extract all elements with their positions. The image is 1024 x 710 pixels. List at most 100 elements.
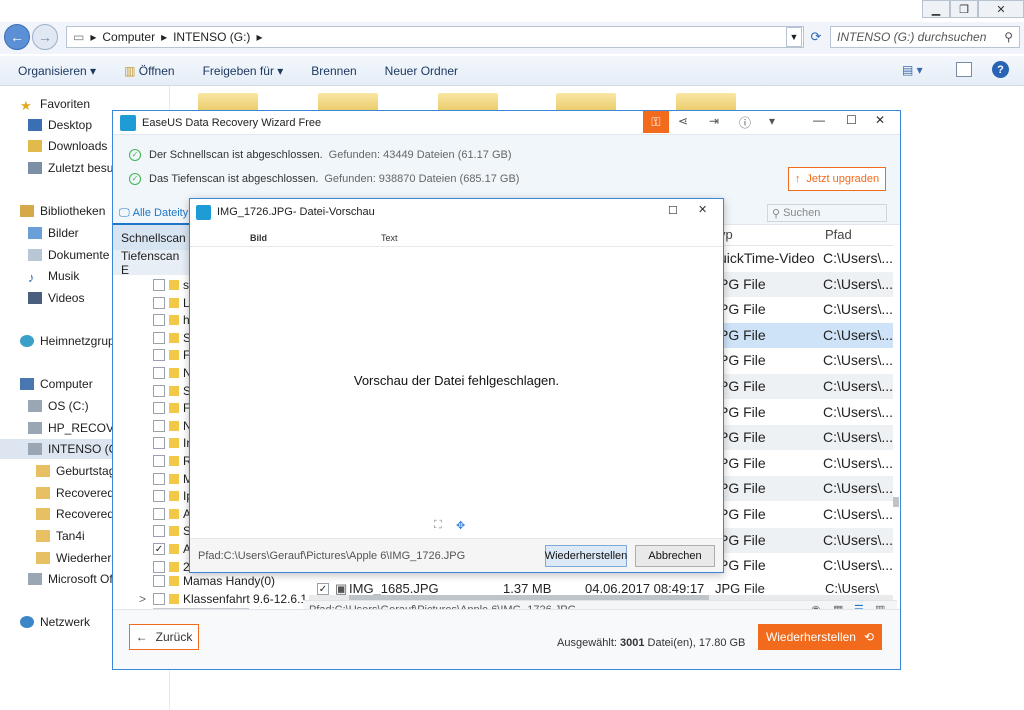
table-row[interactable]: PG File C:\Users\... (717, 502, 893, 527)
table-row[interactable]: PG File C:\Users\... (717, 476, 893, 502)
expand-icon[interactable]: > (139, 592, 146, 606)
checkbox[interactable]: ✓ (153, 543, 165, 555)
view-options-icon[interactable]: ▤ ▾ (902, 63, 923, 77)
file-type: PG File (719, 301, 766, 318)
checkbox[interactable] (153, 314, 165, 327)
back-button[interactable]: ← Zurück (129, 624, 199, 650)
tree-drive-c[interactable]: OS (C:) (28, 396, 89, 416)
address-dropdown-button[interactable]: ▼ (786, 27, 802, 47)
refresh-icon[interactable]: ⟳ (806, 27, 826, 47)
checkbox[interactable] (153, 296, 165, 309)
tree-desktop[interactable]: Desktop (28, 115, 92, 135)
zoom-icon[interactable]: ✥ (456, 519, 465, 532)
easeus-search-input[interactable]: ⚲ Suchen (767, 204, 887, 222)
table-row[interactable]: PG File C:\Users\... (717, 297, 893, 323)
checkbox[interactable] (153, 367, 165, 379)
table-row[interactable]: PG File C:\Users\... (717, 553, 893, 579)
table-row[interactable]: PG File C:\Users\... (717, 348, 893, 374)
tab-quick-scan[interactable]: Schnellscan (113, 225, 189, 250)
checkbox[interactable] (153, 575, 165, 587)
key-icon[interactable]: ⚿ (643, 111, 669, 133)
tree-folder[interactable]: Recovered (36, 483, 114, 503)
checkbox[interactable] (153, 525, 165, 538)
tab-text[interactable]: Text (381, 233, 398, 243)
tree-folder[interactable]: Wiederhers (36, 548, 117, 568)
tab-image[interactable]: Bild (250, 233, 267, 243)
checkbox[interactable] (153, 507, 165, 520)
organize-menu[interactable]: Organisieren ▾ (18, 64, 96, 78)
vertical-scrollbar-thumb[interactable] (893, 497, 899, 507)
back-button[interactable]: ← (4, 24, 30, 50)
tree-pictures[interactable]: Bilder (28, 223, 79, 243)
checkbox[interactable] (153, 593, 165, 605)
close-button[interactable]: ✕ (875, 113, 885, 127)
checkbox[interactable] (153, 472, 165, 485)
tree-network[interactable]: Netzwerk (20, 612, 90, 632)
login-icon[interactable]: ⇥ (709, 114, 719, 128)
close-button[interactable]: ✕ (698, 203, 707, 216)
tree-item[interactable]: > Klassenfahrt 9.6-12.6.1 (139, 589, 307, 609)
checkbox[interactable] (153, 384, 165, 397)
forward-button[interactable]: → (32, 24, 58, 50)
tree-libraries[interactable]: Bibliotheken (20, 201, 105, 221)
checkbox[interactable] (153, 402, 165, 415)
maximize-button[interactable]: ❐ (950, 0, 978, 18)
checkbox[interactable] (153, 349, 165, 362)
checkbox[interactable] (153, 419, 165, 432)
tree-recent[interactable]: Zuletzt besu (28, 158, 113, 178)
minimize-button[interactable]: — (813, 113, 825, 127)
maximize-button[interactable]: ☐ (668, 204, 678, 217)
help-icon[interactable]: ⓘ (739, 114, 751, 131)
tree-msoffice[interactable]: Microsoft Of (28, 569, 113, 589)
preview-recover-button[interactable]: Wiederherstellen (545, 545, 627, 567)
fit-screen-icon[interactable]: ⛶ (434, 519, 442, 532)
preview-pane-icon[interactable] (956, 62, 972, 77)
tree-documents[interactable]: Dokumente (28, 245, 109, 265)
checkbox[interactable] (153, 279, 165, 291)
table-row[interactable]: PG File C:\Users\... (717, 425, 893, 451)
menu-icon[interactable]: ▾ (769, 114, 775, 128)
checkbox[interactable]: ✓ (317, 583, 329, 595)
tree-music[interactable]: ♪ Musik (28, 266, 79, 286)
tree-folder[interactable]: Geburtstag (36, 461, 115, 481)
tree-folder[interactable]: Tan4i (36, 526, 85, 546)
table-row[interactable]: PG File C:\Users\... (717, 271, 893, 297)
minimize-button[interactable]: ▁ (922, 0, 950, 18)
table-row[interactable]: PG File C:\Users\... (717, 450, 893, 476)
checkbox[interactable] (153, 490, 165, 503)
share-menu[interactable]: Freigeben für ▾ (203, 64, 284, 78)
table-row[interactable]: PG File C:\Users\... (717, 527, 893, 553)
table-row[interactable]: ✓ ▣ IMG_1685.JPG 1.37 MB 04.06.2017 08:4… (317, 581, 893, 595)
table-row[interactable]: PG File C:\Users\... (717, 374, 893, 399)
col-path-header[interactable]: Pfad (825, 227, 852, 242)
tree-computer[interactable]: Computer (20, 374, 93, 394)
tab-all-filetypes[interactable]: 🖵 Alle Dateity (113, 203, 189, 225)
checkbox[interactable] (153, 455, 165, 467)
tree-videos[interactable]: Videos (28, 288, 84, 308)
table-row[interactable]: PG File C:\Users\... (717, 322, 893, 348)
breadcrumb-drive[interactable]: INTENSO (G:) (173, 30, 250, 44)
address-field[interactable]: ▭ ▸ Computer ▸ INTENSO (G:) ▸ (66, 26, 804, 48)
open-button[interactable]: ▥ Öffnen (124, 64, 175, 78)
new-folder-button[interactable]: Neuer Ordner (385, 64, 458, 78)
tree-homegroup[interactable]: Heimnetzgrup (20, 331, 115, 351)
help-icon[interactable]: ? (992, 61, 1009, 78)
search-input[interactable]: INTENSO (G:) durchsuchen ⚲ (830, 26, 1020, 48)
table-row[interactable]: uickTime-Video C:\Users\... (717, 246, 893, 271)
tree-downloads[interactable]: Downloads (28, 136, 107, 156)
recover-button[interactable]: Wiederherstellen ⟲ (758, 624, 882, 650)
breadcrumb-computer[interactable]: Computer (102, 30, 155, 44)
upgrade-button[interactable]: ↑ Jetzt upgraden (788, 167, 886, 191)
burn-button[interactable]: Brennen (311, 64, 356, 78)
preview-cancel-button[interactable]: Abbrechen (635, 545, 715, 567)
checkbox[interactable] (153, 331, 165, 344)
table-row[interactable]: PG File C:\Users\... (717, 399, 893, 425)
checkbox[interactable] (153, 437, 165, 450)
tree-favorites[interactable]: ★ Favoriten (20, 94, 90, 114)
share-icon[interactable]: ⋖ (678, 114, 688, 128)
tree-item[interactable]: Mamas Handy(0) (153, 571, 275, 591)
tree-folder[interactable]: Recovered (36, 504, 114, 524)
maximize-button[interactable]: ☐ (846, 113, 857, 127)
close-button[interactable]: ✕ (978, 0, 1024, 18)
tab-deep-scan[interactable]: Tiefenscan E (113, 249, 189, 277)
